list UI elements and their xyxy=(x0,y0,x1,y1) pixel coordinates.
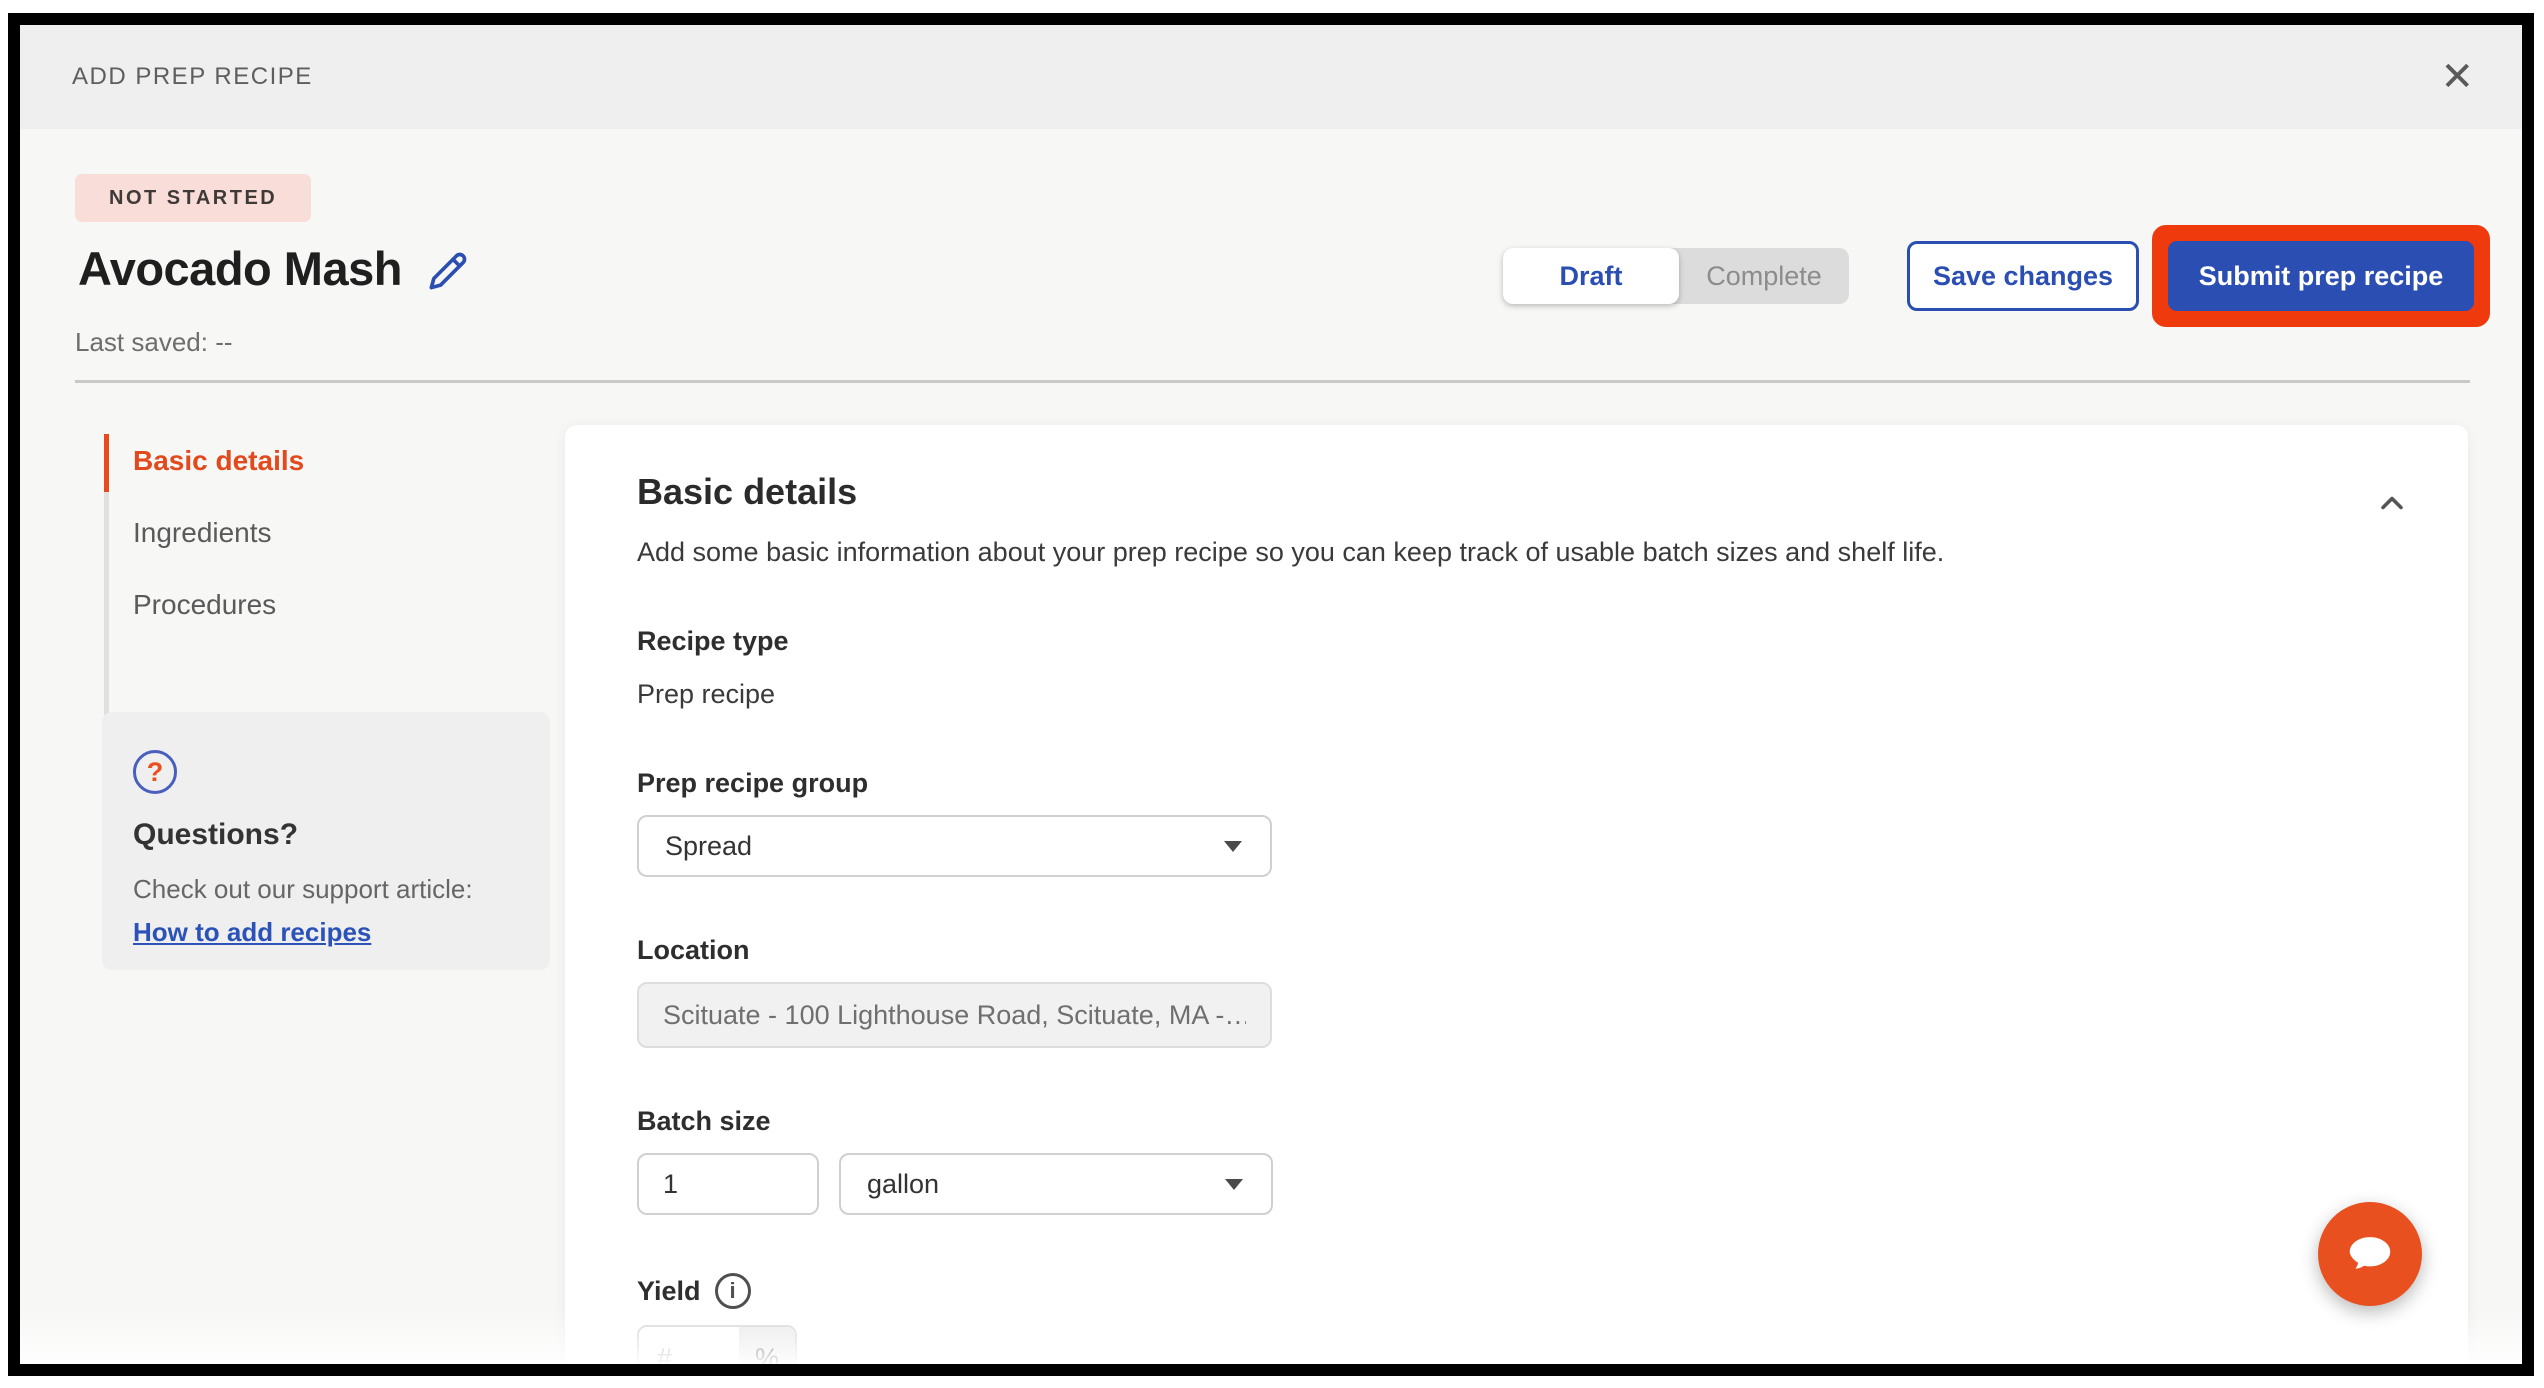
batch-quantity-input[interactable] xyxy=(637,1153,819,1215)
prep-recipe-group-select[interactable]: Spread xyxy=(637,815,1272,877)
help-title: Questions? xyxy=(133,818,520,852)
main-row: Basic details Ingredients Procedures ? Q… xyxy=(20,425,2522,1364)
prep-recipe-group-field: Prep recipe group Spread xyxy=(637,768,2410,877)
batch-unit-select[interactable]: gallon xyxy=(839,1153,1273,1215)
info-icon[interactable]: i xyxy=(715,1273,751,1309)
chat-bubble-icon xyxy=(2343,1227,2397,1281)
add-prep-recipe-modal: ADD PREP RECIPE ✕ NOT STARTED Avocado Ma… xyxy=(8,13,2534,1376)
how-to-add-recipes-link[interactable]: How to add recipes xyxy=(133,917,371,948)
draft-complete-toggle: Draft Complete xyxy=(1503,248,1849,304)
header-divider xyxy=(75,380,2470,383)
status-badge: NOT STARTED xyxy=(75,174,311,222)
card-header: Basic details xyxy=(637,471,2410,521)
section-nav: Basic details Ingredients Procedures xyxy=(20,425,565,641)
recipe-type-label: Recipe type xyxy=(637,626,2410,657)
chat-bubble-button[interactable] xyxy=(2318,1202,2422,1306)
yield-label-row: Yield i xyxy=(637,1273,2410,1309)
recipe-title: Avocado Mash xyxy=(78,241,402,296)
question-mark-icon: ? xyxy=(133,750,177,794)
chevron-down-icon xyxy=(1224,841,1242,852)
batch-unit-value: gallon xyxy=(867,1169,939,1200)
yield-percent-suffix: % xyxy=(739,1327,795,1376)
yield-input[interactable] xyxy=(639,1327,739,1376)
location-field: Location xyxy=(637,935,2410,1048)
sidebar-item-ingredients[interactable]: Ingredients xyxy=(104,497,565,569)
chevron-down-icon xyxy=(1225,1179,1243,1190)
card-description: Add some basic information about your pr… xyxy=(637,537,2410,568)
prep-recipe-group-label: Prep recipe group xyxy=(637,768,2410,799)
sidebar-item-procedures[interactable]: Procedures xyxy=(104,569,565,641)
sidebar: Basic details Ingredients Procedures ? Q… xyxy=(20,425,565,641)
toggle-draft[interactable]: Draft xyxy=(1503,248,1679,304)
yield-input-group: % xyxy=(637,1325,797,1376)
help-box: ? Questions? Check out our support artic… xyxy=(102,712,550,970)
recipe-type-value: Prep recipe xyxy=(637,679,2410,710)
nav-rail-active-indicator xyxy=(104,434,109,492)
close-icon[interactable]: ✕ xyxy=(2440,57,2474,97)
location-label: Location xyxy=(637,935,2410,966)
basic-details-card: Basic details Add some basic information… xyxy=(565,425,2468,1376)
edit-pencil-icon[interactable] xyxy=(428,251,468,291)
card-title: Basic details xyxy=(637,471,857,513)
modal-titlebar: ADD PREP RECIPE ✕ xyxy=(20,25,2522,129)
prep-recipe-group-value: Spread xyxy=(665,831,752,862)
yield-label: Yield xyxy=(637,1276,701,1307)
help-text: Check out our support article: xyxy=(133,874,520,905)
batch-size-row: gallon xyxy=(637,1153,2410,1215)
batch-size-field: Batch size gallon xyxy=(637,1106,2410,1215)
recipe-type-group: Recipe type Prep recipe xyxy=(637,626,2410,710)
modal-content: NOT STARTED Avocado Mash Last saved: -- … xyxy=(20,129,2522,1364)
sidebar-item-basic-details[interactable]: Basic details xyxy=(104,425,565,497)
submit-prep-recipe-button[interactable]: Submit prep recipe xyxy=(2168,241,2474,311)
submit-highlight-annotation: Submit prep recipe xyxy=(2152,225,2490,327)
toggle-complete[interactable]: Complete xyxy=(1679,248,1849,304)
recipe-title-row: Avocado Mash xyxy=(78,241,468,296)
save-changes-button[interactable]: Save changes xyxy=(1907,241,2139,311)
location-input xyxy=(637,982,1272,1048)
chevron-up-icon[interactable] xyxy=(2374,485,2410,521)
yield-field: Yield i % xyxy=(637,1273,2410,1376)
last-saved-text: Last saved: -- xyxy=(75,327,233,358)
modal-title: ADD PREP RECIPE xyxy=(72,63,313,91)
actions-row: Draft Complete Save changes Submit prep … xyxy=(1503,222,2490,330)
batch-size-label: Batch size xyxy=(637,1106,2410,1137)
